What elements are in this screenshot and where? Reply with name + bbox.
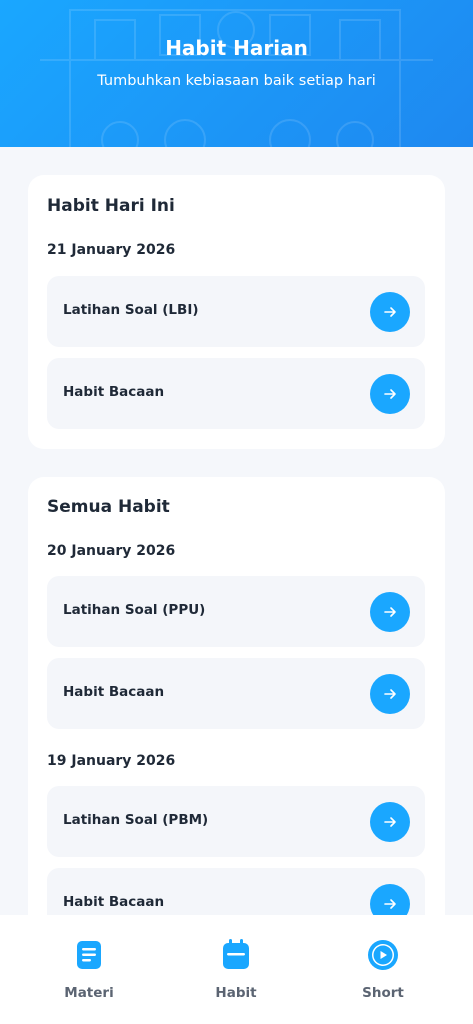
open-habit-button[interactable]: [370, 884, 410, 915]
arrow-right-icon: [384, 817, 396, 827]
open-habit-button[interactable]: [370, 674, 410, 714]
bottom-navigation: Materi Habit Short: [0, 915, 473, 1024]
calendar-icon: [223, 939, 249, 969]
nav-label: Materi: [64, 985, 114, 1001]
habit-item-label: Latihan Soal (PPU): [63, 602, 206, 618]
open-habit-button[interactable]: [370, 292, 410, 332]
arrow-right-icon: [384, 307, 396, 317]
open-habit-button[interactable]: [370, 802, 410, 842]
page-header: Habit Harian Tumbuhkan kebiasaan baik se…: [0, 0, 473, 147]
habit-item[interactable]: Latihan Soal (PBM): [47, 786, 425, 857]
page-title: Habit Harian: [165, 36, 308, 60]
today-habit-card: Habit Hari Ini 21 January 2026 Latihan S…: [28, 175, 445, 449]
card-title: Semua Habit: [47, 497, 170, 517]
habit-item-label: Habit Bacaan: [63, 894, 165, 910]
play-icon: [368, 940, 398, 970]
habit-item-label: Habit Bacaan: [63, 684, 165, 700]
date-label: 20 January 2026: [47, 543, 176, 559]
card-title: Habit Hari Ini: [47, 196, 175, 216]
nav-label: Short: [362, 985, 404, 1001]
habit-item-label: Latihan Soal (LBI): [63, 302, 199, 318]
nav-item-habit[interactable]: Habit: [181, 937, 291, 1017]
date-label: 19 January 2026: [47, 753, 176, 769]
habit-item[interactable]: Habit Bacaan: [47, 868, 425, 915]
habit-item-label: Habit Bacaan: [63, 384, 165, 400]
arrow-right-icon: [384, 389, 396, 399]
habit-item[interactable]: Habit Bacaan: [47, 358, 425, 429]
date-label: 21 January 2026: [47, 242, 176, 258]
arrow-right-icon: [384, 899, 396, 909]
habit-item[interactable]: Latihan Soal (LBI): [47, 276, 425, 347]
nav-item-materi[interactable]: Materi: [34, 937, 144, 1017]
all-habits-card: Semua Habit 20 January 2026 Latihan Soal…: [28, 477, 445, 915]
habit-item-label: Latihan Soal (PBM): [63, 812, 209, 828]
nav-label: Habit: [215, 985, 257, 1001]
open-habit-button[interactable]: [370, 374, 410, 414]
scroll-content[interactable]: Habit Hari Ini 21 January 2026 Latihan S…: [0, 147, 473, 915]
habit-item[interactable]: Habit Bacaan: [47, 658, 425, 729]
habit-item[interactable]: Latihan Soal (PPU): [47, 576, 425, 647]
open-habit-button[interactable]: [370, 592, 410, 632]
page-subtitle: Tumbuhkan kebiasaan baik setiap hari: [97, 73, 376, 89]
arrow-right-icon: [384, 689, 396, 699]
arrow-right-icon: [384, 607, 396, 617]
nav-item-short[interactable]: Short: [328, 937, 438, 1017]
document-icon: [77, 941, 101, 969]
